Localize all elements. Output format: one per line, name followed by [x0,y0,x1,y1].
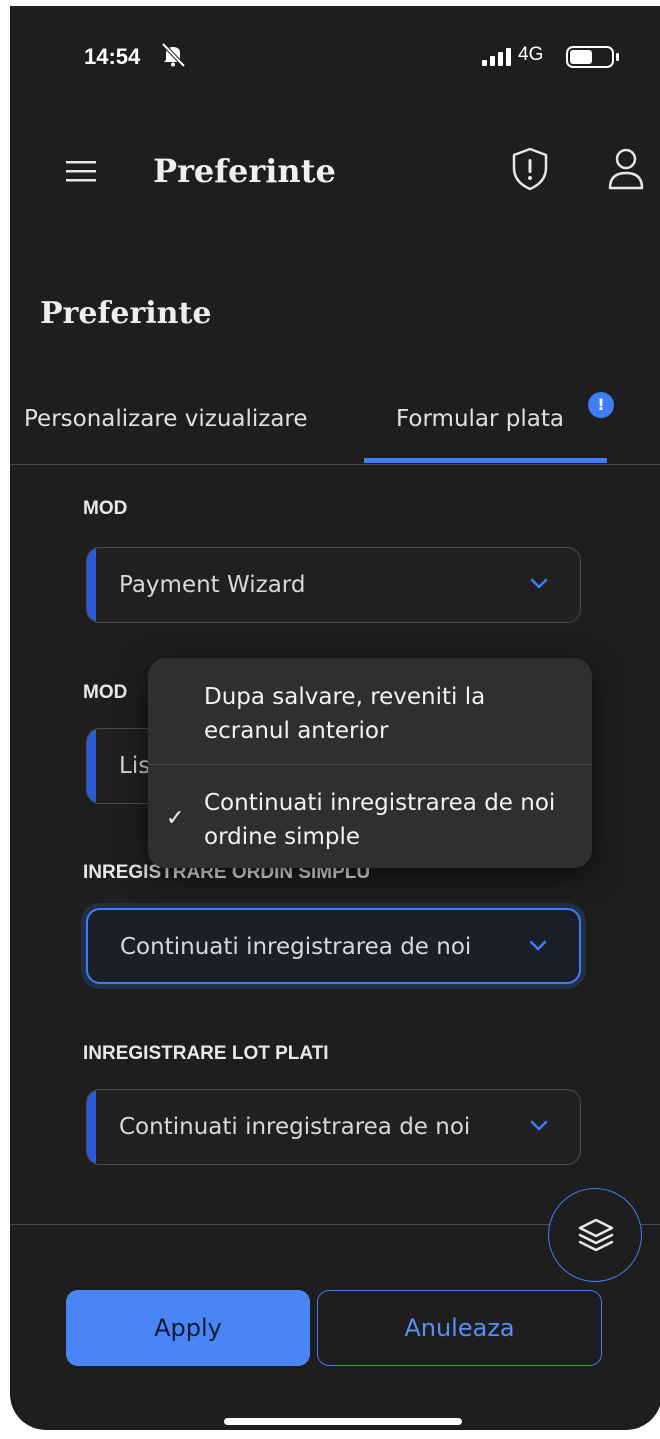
inregistrare-ordin-select-value: Continuati inregistrarea de noi [120,934,472,960]
battery-icon [566,46,619,68]
select-accent [87,729,96,803]
tab-alert-badge: ! [588,392,614,418]
inregistrare-ordin-select[interactable]: Continuati inregistrarea de noi [86,908,581,984]
layers-button[interactable] [548,1188,642,1282]
mod-lista-label: MOD [83,682,128,703]
apply-button[interactable]: Apply [66,1290,310,1366]
cancel-button[interactable]: Anuleaza [317,1290,602,1366]
tab-personalizare-vizualizare[interactable]: Personalizare vizualizare [24,406,308,432]
signal-icon [482,48,511,66]
chevron-down-icon [530,578,548,589]
select-accent [87,548,96,622]
bell-off-icon [161,42,186,68]
tabs-divider [10,464,660,465]
chevron-down-icon [530,1120,548,1131]
status-time: 14:54 [84,44,141,69]
inregistrare-lot-label: INREGISTRARE LOT PLATI [83,1043,329,1064]
popup-option-reveniti[interactable]: Dupa salvare, reveniti la ecranul anteri… [204,680,574,748]
tab-formular-plata[interactable]: Formular plata [396,406,564,432]
network-type: 4G [518,44,544,65]
checkmark-icon: ✓ [166,806,185,831]
mod-select[interactable]: Payment Wizard [86,547,581,623]
active-tab-indicator [364,458,607,463]
home-indicator [224,1418,462,1425]
mod-lista-select-value: Lis [119,753,151,779]
menu-icon[interactable] [66,160,96,182]
mod-select-value: Payment Wizard [119,572,306,598]
mod-label: MOD [83,498,128,519]
popup-separator [148,764,592,765]
app-title: Preferinte [153,152,336,190]
layers-icon [578,1218,614,1252]
inregistrare-lot-select-value: Continuati inregistrarea de noi [119,1114,471,1140]
phone-screen: 14:54 4G Preferinte Preferinte Personali… [10,6,660,1430]
popup-option-continuati[interactable]: Continuati inregistrarea de noi ordine s… [204,786,574,854]
page-title: Preferinte [40,296,212,331]
user-icon[interactable] [606,146,646,190]
shield-alert-icon[interactable] [510,146,550,192]
chevron-down-icon [529,940,547,951]
inregistrare-lot-select[interactable]: Continuati inregistrarea de noi [86,1089,581,1165]
select-options-popup: Dupa salvare, reveniti la ecranul anteri… [148,658,592,868]
select-accent [87,1090,96,1164]
